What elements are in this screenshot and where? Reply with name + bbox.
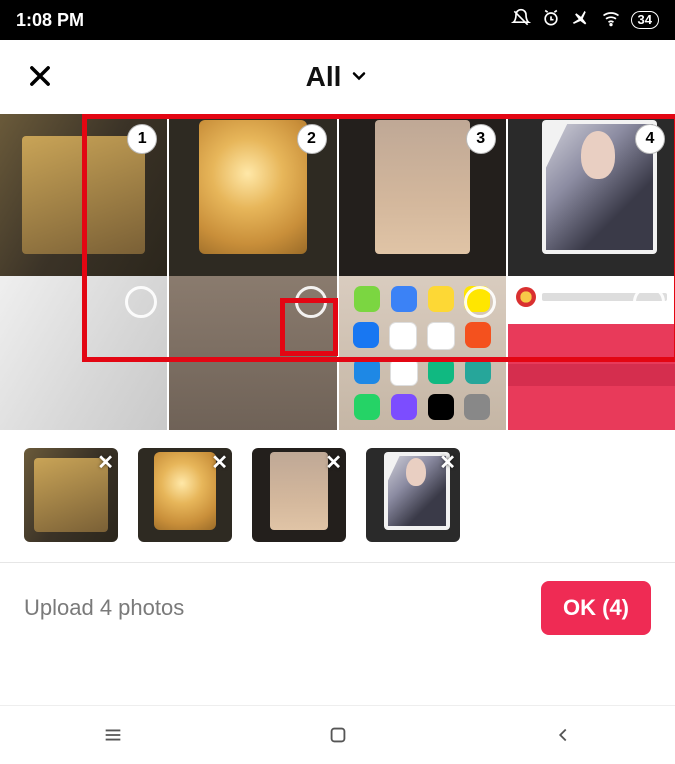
status-icons: 34 xyxy=(511,8,659,33)
nav-recent-icon[interactable] xyxy=(100,722,126,748)
selected-chip[interactable]: ✕ xyxy=(366,448,460,542)
system-nav-bar xyxy=(0,705,675,764)
remove-icon[interactable]: ✕ xyxy=(211,450,228,475)
selection-ring-icon xyxy=(125,286,157,318)
picker-header: All xyxy=(0,40,675,114)
wifi-icon xyxy=(601,8,621,33)
nav-back-icon[interactable] xyxy=(550,722,576,748)
selection-badge: 3 xyxy=(466,124,496,154)
selected-chip[interactable]: ✕ xyxy=(252,448,346,542)
selection-badge: 4 xyxy=(635,124,665,154)
album-selector[interactable]: All xyxy=(306,61,370,93)
selection-ring-icon xyxy=(633,286,665,318)
selection-badge: 1 xyxy=(127,124,157,154)
dnd-icon xyxy=(511,8,531,33)
picker-sheet: All 1 2 3 4 xyxy=(0,40,675,764)
selection-badge: 2 xyxy=(297,124,327,154)
gallery-item[interactable]: 1 xyxy=(0,114,167,276)
remove-icon[interactable]: ✕ xyxy=(97,450,114,475)
clock: 1:08 PM xyxy=(16,10,84,31)
upload-footer: Upload 4 photos OK (4) xyxy=(0,563,675,659)
battery-pill: 34 xyxy=(631,11,659,29)
selection-ring-icon xyxy=(295,286,327,318)
gallery-item[interactable]: 3 xyxy=(339,114,506,276)
gallery-item[interactable] xyxy=(339,276,506,430)
album-title: All xyxy=(306,61,342,93)
selected-chip[interactable]: ✕ xyxy=(138,448,232,542)
status-bar: 1:08 PM 34 xyxy=(0,0,675,40)
close-button[interactable] xyxy=(22,58,58,94)
selection-ring-icon xyxy=(464,286,496,318)
gallery-item[interactable] xyxy=(0,276,167,430)
gallery-item[interactable]: 2 xyxy=(169,114,336,276)
airplane-icon xyxy=(571,8,591,33)
alarm-icon xyxy=(541,8,561,33)
upload-hint: Upload 4 photos xyxy=(24,595,184,621)
gallery-item[interactable] xyxy=(508,276,675,430)
ok-button[interactable]: OK (4) xyxy=(541,581,651,635)
selected-chip[interactable]: ✕ xyxy=(24,448,118,542)
gallery-item[interactable] xyxy=(169,276,336,430)
gallery-grid: 1 2 3 4 xyxy=(0,114,675,430)
gallery-item[interactable]: 4 xyxy=(508,114,675,276)
remove-icon[interactable]: ✕ xyxy=(325,450,342,475)
remove-icon[interactable]: ✕ xyxy=(439,450,456,475)
nav-home-icon[interactable] xyxy=(325,722,351,748)
device-frame: 1:08 PM 34 All xyxy=(0,0,675,764)
chevron-down-icon xyxy=(349,61,369,93)
selected-photos-strip: ✕ ✕ ✕ ✕ xyxy=(0,430,675,562)
